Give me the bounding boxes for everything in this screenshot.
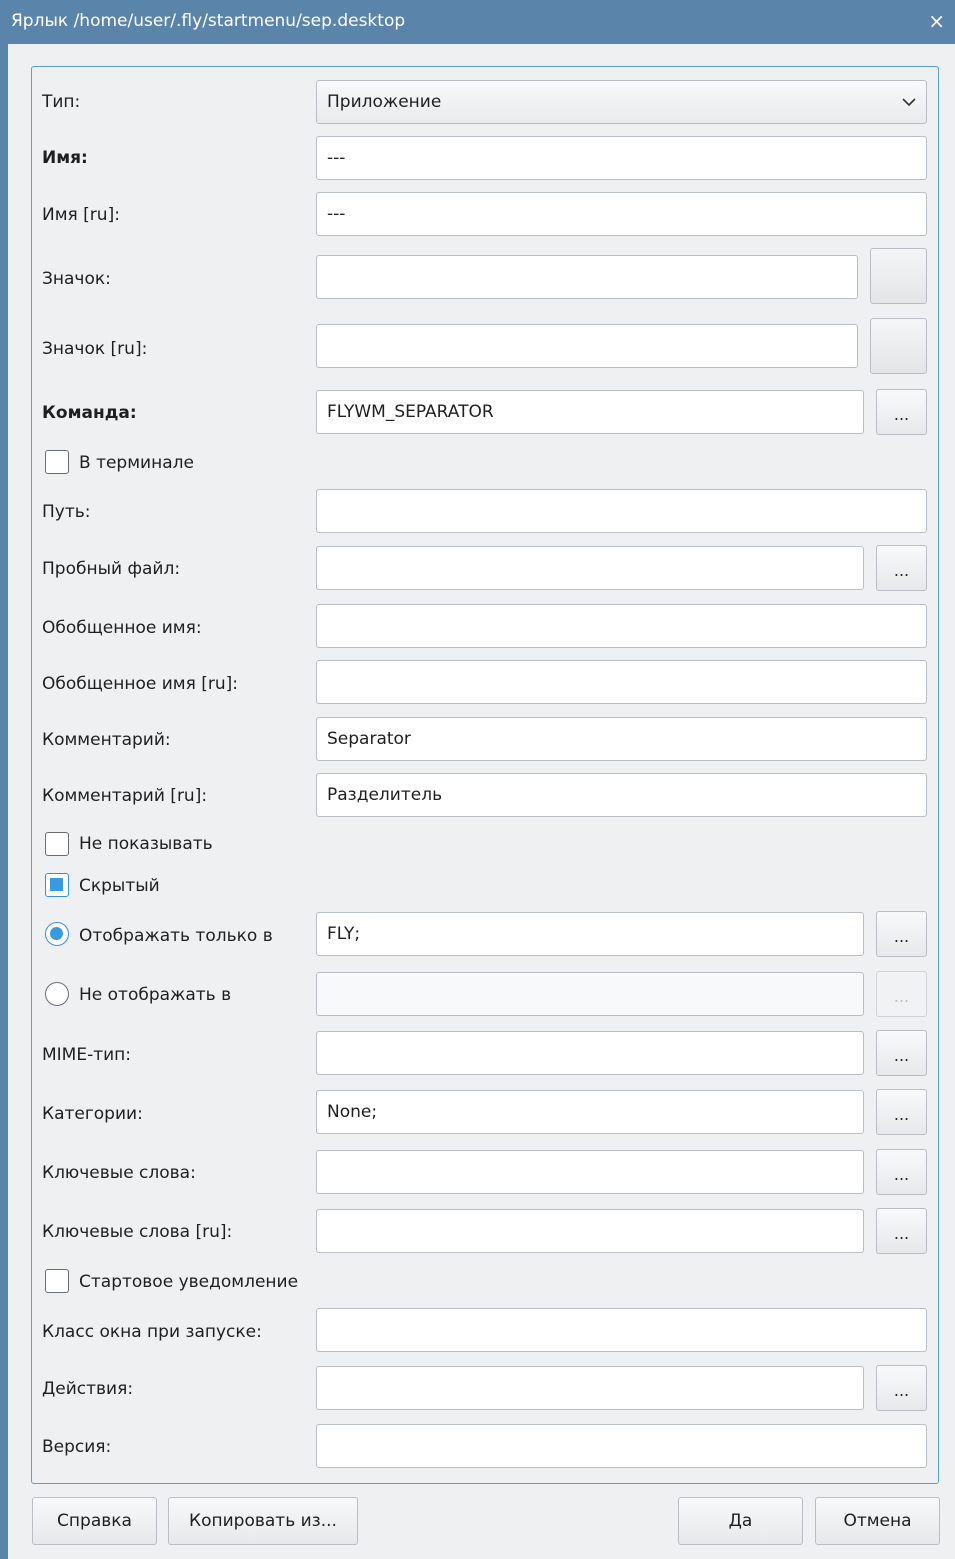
keywords-field[interactable] [316,1150,864,1194]
tryexec-browse-button[interactable]: ... [876,545,927,591]
command-field[interactable]: FLYWM_SEPARATOR [316,390,864,434]
cancel-button[interactable]: Отмена [815,1497,940,1545]
no-display-label: Не показывать [79,834,213,854]
window-titlebar: Ярлык /home/user/.fly/startmenu/sep.desk… [0,0,955,44]
not-show-in-field[interactable] [316,972,864,1016]
hidden-checkbox[interactable] [45,873,69,897]
no-display-checkbox[interactable] [45,832,69,856]
only-show-in-browse-button[interactable]: ... [876,911,927,957]
wm-class-label: Класс окна при запуске: [42,1322,262,1342]
categories-browse-button[interactable]: ... [876,1089,927,1135]
keywords-ru-field[interactable] [316,1209,864,1253]
ok-button[interactable]: Да [678,1497,803,1545]
categories-field[interactable]: None; [316,1090,864,1134]
keywords-ru-label: Ключевые слова [ru]: [42,1222,233,1242]
type-select[interactable]: Приложение [316,80,927,124]
command-label: Команда: [42,403,137,423]
window-border [0,44,8,1559]
actions-browse-button[interactable]: ... [876,1365,927,1411]
path-label: Путь: [42,502,91,522]
generic-name-ru-label: Обобщенное имя [ru]: [42,674,238,694]
icon-label: Значок: [42,269,111,289]
actions-field[interactable] [316,1366,864,1410]
help-button[interactable]: Справка [32,1497,157,1545]
icon-ru-field[interactable] [316,324,858,368]
not-show-in-radio[interactable] [45,982,69,1006]
not-show-in-label: Не отображать в [79,985,232,1005]
icon-ru-picker-button[interactable] [870,318,927,374]
type-select-value: Приложение [327,92,442,112]
icon-ru-label: Значок [ru]: [42,339,148,359]
startup-notify-checkbox[interactable] [45,1269,69,1293]
version-label: Версия: [42,1437,112,1457]
path-field[interactable] [316,489,927,533]
only-show-in-radio[interactable] [45,922,69,946]
copy-from-button[interactable]: Копировать из... [168,1497,358,1545]
generic-name-label: Обобщенное имя: [42,618,202,638]
version-field[interactable] [316,1424,927,1468]
keywords-browse-button[interactable]: ... [876,1149,927,1195]
name-label: Имя: [42,148,88,168]
mime-field[interactable] [316,1031,864,1075]
close-icon[interactable]: × [928,9,945,33]
name-ru-field[interactable]: --- [316,192,927,236]
categories-label: Категории: [42,1104,143,1124]
icon-field[interactable] [316,255,858,299]
mime-label: MIME-тип: [42,1045,132,1065]
in-terminal-checkbox[interactable] [45,450,69,474]
generic-name-field[interactable] [316,604,927,648]
comment-label: Комментарий: [42,730,171,750]
wm-class-field[interactable] [316,1308,927,1352]
in-terminal-label: В терминале [79,453,194,473]
not-show-in-browse-button[interactable]: ... [876,971,927,1017]
comment-field[interactable]: Separator [316,717,927,761]
only-show-in-label: Отображать только в [79,926,273,946]
mime-browse-button[interactable]: ... [876,1030,927,1076]
chevron-down-icon [902,98,916,107]
startup-notify-label: Стартовое уведомление [79,1272,299,1292]
window-title: Ярлык /home/user/.fly/startmenu/sep.desk… [11,11,406,31]
comment-ru-label: Комментарий [ru]: [42,786,208,806]
keywords-label: Ключевые слова: [42,1163,196,1183]
icon-picker-button[interactable] [870,248,927,304]
only-show-in-field[interactable]: FLY; [316,912,864,956]
generic-name-ru-field[interactable] [316,660,927,704]
command-browse-button[interactable]: ... [876,389,927,435]
comment-ru-field[interactable]: Разделитель [316,773,927,817]
type-label: Тип: [42,92,81,112]
hidden-label: Скрытый [79,876,160,896]
actions-label: Действия: [42,1379,134,1399]
keywords-ru-browse-button[interactable]: ... [876,1208,927,1254]
tryexec-label: Пробный файл: [42,559,181,579]
name-ru-label: Имя [ru]: [42,205,120,225]
tryexec-field[interactable] [316,546,864,590]
name-field[interactable]: --- [316,136,927,180]
